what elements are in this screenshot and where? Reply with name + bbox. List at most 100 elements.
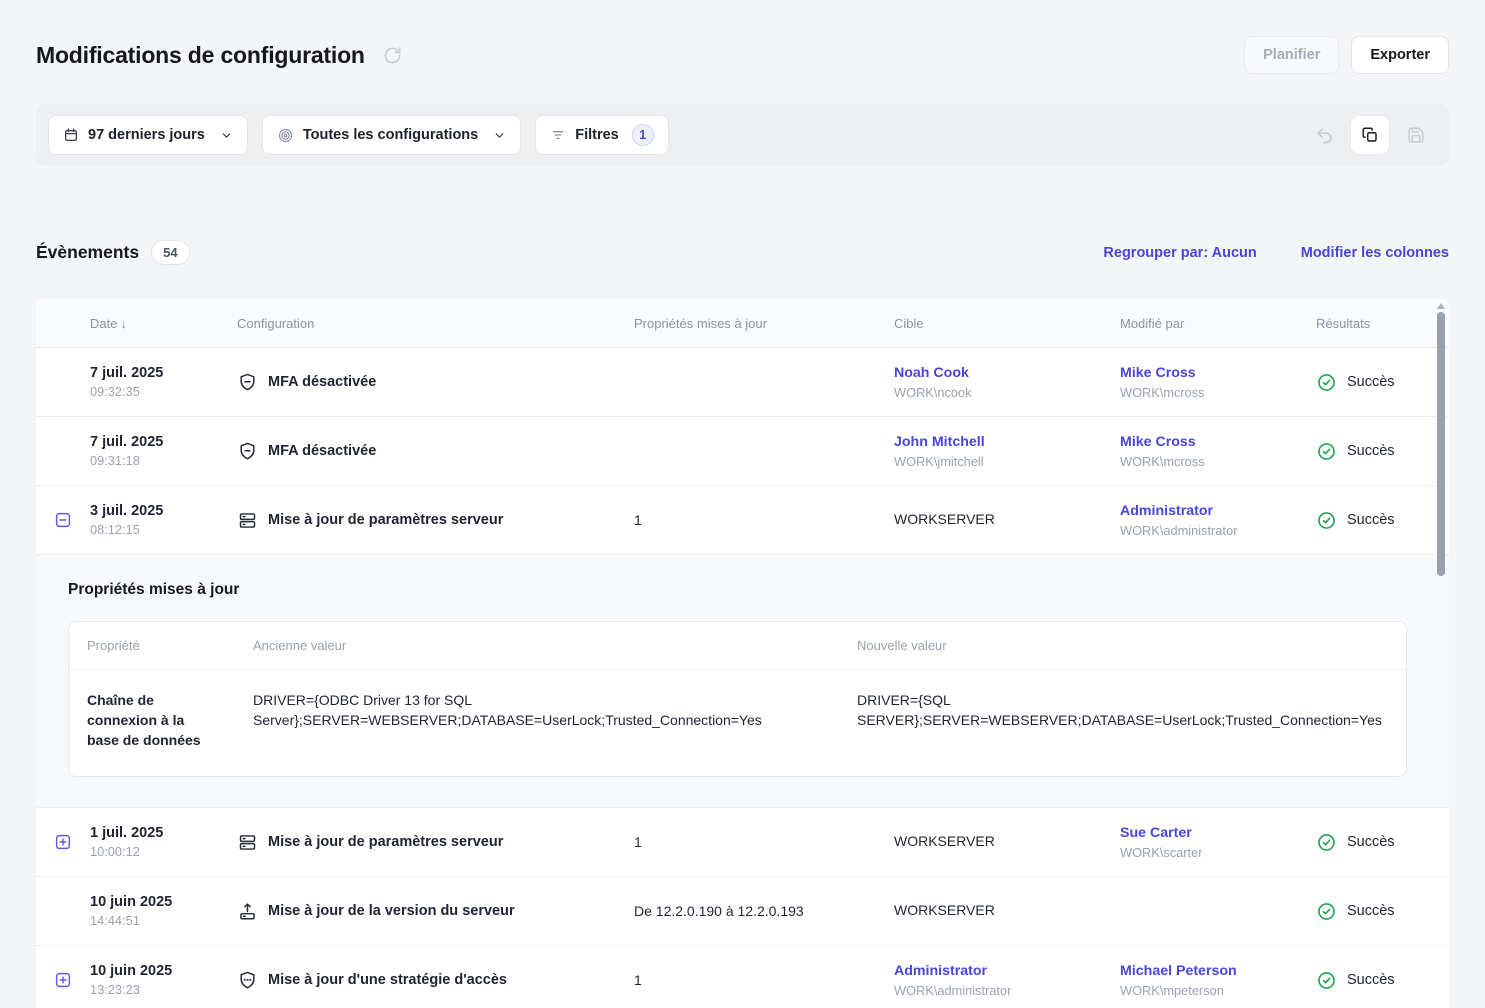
export-button[interactable]: Exporter [1351,36,1449,74]
target-link[interactable]: Noah Cook [894,365,969,381]
save-icon [1407,126,1425,144]
group-by-link[interactable]: Regrouper par: Aucun [1103,245,1256,261]
success-check-icon [1316,510,1337,531]
date-range-label: 97 derniers jours [88,127,205,143]
table-row[interactable]: 3 juil. 2025 08:12:15 Mise à jour de par… [36,486,1449,555]
modifier-link[interactable]: Mike Cross [1120,434,1196,450]
modifier-link[interactable]: Mike Cross [1120,365,1196,381]
success-check-icon [1316,832,1337,853]
header-date[interactable]: Date ↓ [90,316,237,331]
modifier-account: WORK\mcross [1120,454,1316,469]
table-row[interactable]: 1 juil. 2025 10:00:12 Mise à jour de par… [36,808,1449,877]
modify-columns-link[interactable]: Modifier les colonnes [1301,245,1449,261]
modifier-link[interactable]: Administrator [1120,503,1213,519]
event-time: 09:32:35 [90,384,237,399]
table-row[interactable]: 7 juil. 2025 09:31:18 MFA désactivée Joh… [36,417,1449,486]
calendar-icon [63,127,79,143]
scroll-up-arrow-icon[interactable] [1437,303,1445,309]
header-target[interactable]: Cible [894,316,1120,331]
modifier-link[interactable]: Sue Carter [1120,825,1192,841]
target-account: WORK\administrator [894,983,1120,998]
server-icon [237,510,258,531]
events-title: Évènements [36,242,139,263]
page-title: Modifications de configuration [36,42,365,69]
table-scrollbar[interactable] [1435,301,1447,1008]
schedule-button[interactable]: Planifier [1244,36,1339,74]
refresh-button[interactable] [383,46,402,65]
undo-icon [1315,126,1334,145]
configurations-label: Toutes les configurations [303,127,478,143]
target-link[interactable]: Administrator [894,963,987,979]
event-time: 08:12:15 [90,522,237,537]
filter-icon [550,127,566,143]
collapse-row-button[interactable] [54,511,72,529]
copy-button[interactable] [1351,116,1389,154]
target-account: WORK\jmitchell [894,454,1120,469]
configurations-dropdown[interactable]: Toutes les configurations [262,115,521,155]
expand-row-button[interactable] [54,971,72,989]
modified-by-cell: Mike Cross WORK\mcross [1120,364,1316,400]
sub-header-new-value: Nouvelle valeur [839,638,1406,653]
target-cell: WORKSERVER [894,902,1120,920]
result-label: Succès [1347,834,1395,850]
target-link[interactable]: John Mitchell [894,434,985,450]
chevron-down-icon [220,129,233,142]
header-properties[interactable]: Propriétés mises à jour [634,316,894,331]
new-value: DRIVER={SQL SERVER};SERVER=WEBSERVER;DAT… [839,690,1406,750]
scrollbar-thumb[interactable] [1437,312,1445,576]
target-name: WORKSERVER [894,833,995,849]
header-configuration[interactable]: Configuration [237,316,634,331]
modifier-link[interactable]: Michael Peterson [1120,963,1237,979]
properties-updated-cell: De 12.2.0.190 à 12.2.0.193 [634,903,894,919]
event-date: 1 juil. 2025 [90,825,237,841]
sub-table-row: Chaîne de connexion à la base de données… [69,670,1406,776]
sort-desc-icon: ↓ [120,316,127,331]
table-row[interactable]: 10 juin 2025 14:44:51 Mise à jour de la … [36,877,1449,946]
shield-minus-icon [237,372,258,393]
result-label: Succès [1347,443,1395,459]
panel-heading: Propriétés mises à jour [68,581,1407,599]
table-row[interactable]: 10 juin 2025 13:23:23 Mise à jour d'une … [36,946,1449,1008]
expand-row-button[interactable] [54,833,72,851]
success-check-icon [1316,372,1337,393]
header-modified-by[interactable]: Modifié par [1120,316,1316,331]
configuration-cell: Mise à jour de la version du serveur [237,901,634,922]
result-label: Succès [1347,903,1395,919]
result-label: Succès [1347,374,1395,390]
event-date: 10 juin 2025 [90,963,237,979]
modifier-account: WORK\mpeterson [1120,983,1316,998]
header-results[interactable]: Résultats [1316,316,1449,331]
result-cell: Succès [1316,832,1449,853]
date-range-dropdown[interactable]: 97 derniers jours [48,115,248,155]
success-check-icon [1316,901,1337,922]
plus-square-icon [54,833,72,851]
result-cell: Succès [1316,970,1449,991]
event-date: 10 juin 2025 [90,894,237,910]
old-value: DRIVER={ODBC Driver 13 for SQL Server};S… [235,690,839,750]
property-name: Chaîne de connexion à la base de données [69,690,235,750]
filters-button[interactable]: Filtres 1 [535,115,669,155]
success-check-icon [1316,441,1337,462]
save-button[interactable] [1397,116,1435,154]
date-cell: 10 juin 2025 13:23:23 [90,963,237,997]
table-row[interactable]: 7 juil. 2025 09:32:35 MFA désactivée Noa… [36,348,1449,417]
target-cell: John Mitchell WORK\jmitchell [894,433,1120,469]
undo-button[interactable] [1305,116,1343,154]
target-account: WORK\ncook [894,385,1120,400]
configuration-label: Mise à jour de paramètres serveur [268,512,503,528]
event-time: 13:23:23 [90,982,237,997]
result-cell: Succès [1316,441,1449,462]
properties-updated-cell: 1 [634,512,894,528]
server-icon [237,832,258,853]
copy-icon [1361,126,1379,144]
date-cell: 7 juil. 2025 09:31:18 [90,434,237,468]
target-cell: WORKSERVER [894,511,1120,529]
properties-updated-cell: 1 [634,834,894,850]
filters-count-badge: 1 [632,124,654,146]
result-cell: Succès [1316,901,1449,922]
configuration-cell: MFA désactivée [237,441,634,462]
date-cell: 7 juil. 2025 09:32:35 [90,365,237,399]
configuration-label: Mise à jour de la version du serveur [268,903,515,919]
server-upgrade-icon [237,901,258,922]
refresh-icon [383,46,402,65]
